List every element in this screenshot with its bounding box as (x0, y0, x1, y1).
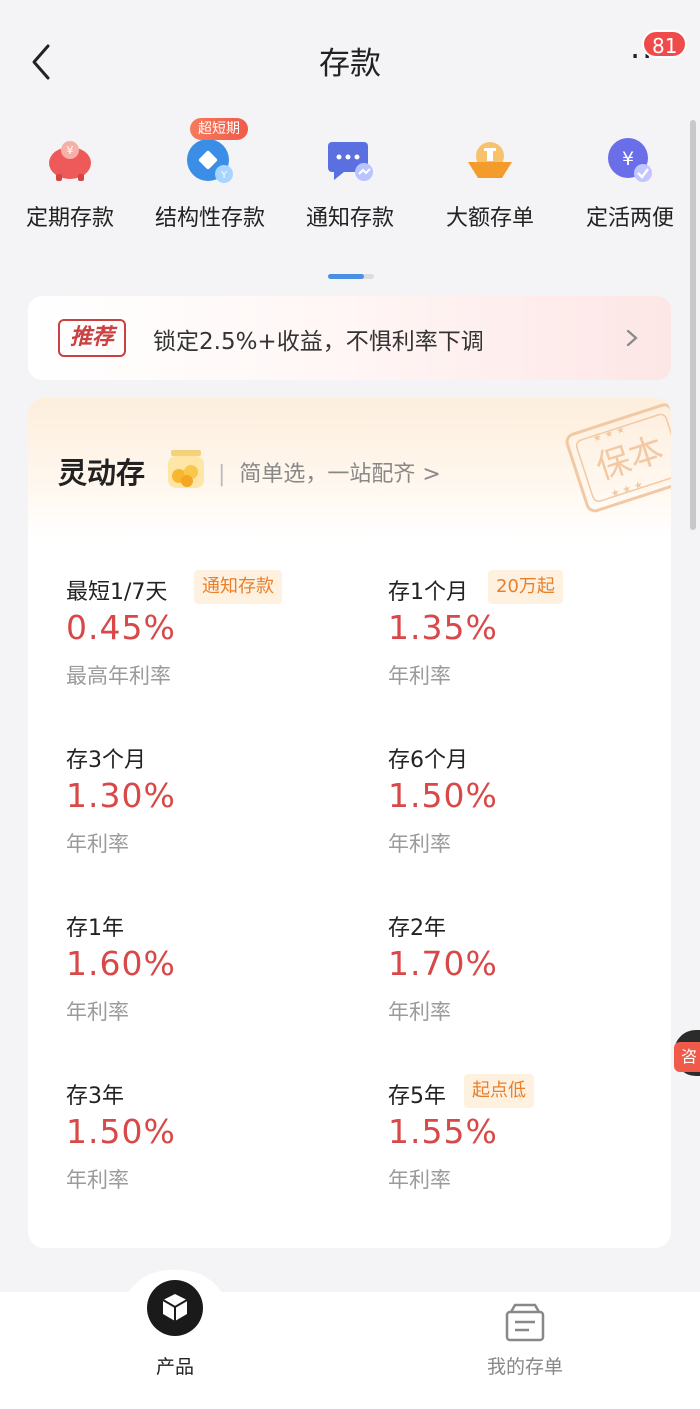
structured-deposit-icon: Y (187, 139, 233, 183)
rate-value: 1.30% (66, 776, 176, 815)
rate-note: 年利率 (66, 832, 129, 856)
rate-note: 年利率 (388, 1000, 451, 1024)
recommend-banner[interactable]: 推荐 锁定2.5%+收益，不惧利率下调 (28, 296, 671, 380)
svg-text:¥: ¥ (622, 148, 634, 170)
notification-badge: 81 (642, 30, 688, 58)
tab-products[interactable]: 产品 (95, 1280, 255, 1402)
header: 存款 ··· 81 (0, 0, 700, 120)
term-tag: 起点低 (464, 1074, 534, 1108)
short-term-tag: 超短期 (190, 118, 248, 140)
term-tag: 通知存款 (194, 570, 282, 604)
more-button[interactable]: ··· 81 (620, 30, 688, 82)
svg-text:Y: Y (220, 170, 228, 181)
quick-entry-label: 大额存单 (445, 206, 534, 231)
product-card-subtitle-text: 简单选，一站配齐 > (239, 462, 441, 487)
rate-item[interactable]: 存5年 起点低 1.55% 年利率 (388, 1074, 671, 1228)
quick-entry-fixed-deposit[interactable]: ¥ 定期存款 (0, 120, 140, 240)
rate-item[interactable]: 最短1/7天 通知存款 0.45% 最高年利率 (66, 570, 366, 724)
rate-value: 1.35% (388, 608, 498, 647)
term-label: 存6个月 (388, 748, 468, 773)
rate-item[interactable]: 存2年 1.70% 年利率 (388, 910, 671, 1060)
rate-value: 1.55% (388, 1112, 498, 1151)
term-label: 最短1/7天 (66, 580, 168, 605)
rate-value: 1.70% (388, 944, 498, 983)
quick-entry-notice-deposit[interactable]: 通知存款 (280, 120, 420, 240)
tab-my-deposits-label: 我的存单 (486, 1356, 563, 1378)
rate-item[interactable]: 存3年 1.50% 年利率 (66, 1078, 366, 1228)
rate-note: 年利率 (66, 1000, 129, 1024)
page-indicator (328, 274, 374, 279)
term-label: 存1个月 (388, 580, 468, 605)
term-label: 存3年 (66, 1084, 124, 1109)
chat-notice-icon (328, 142, 373, 181)
bottom-tab-bar: 产品 我的存单 (0, 1280, 700, 1409)
rate-value: 1.50% (66, 1112, 176, 1151)
rate-item[interactable]: 存1年 1.60% 年利率 (66, 910, 366, 1060)
rate-item[interactable]: 存1个月 20万起 1.35% 年利率 (388, 570, 671, 724)
page-title: 存款 (319, 46, 381, 82)
rate-value: 1.60% (66, 944, 176, 983)
tab-products-label: 产品 (155, 1356, 194, 1378)
term-label: 存5年 (388, 1084, 446, 1109)
rate-item[interactable]: 存3个月 1.30% 年利率 (66, 742, 366, 892)
term-tag: 20万起 (488, 570, 563, 604)
yuan-coin-icon: ¥ (608, 138, 652, 182)
quick-entry-label: 结构性存款 (154, 206, 265, 231)
piggy-bank-icon: ¥ (49, 141, 91, 181)
rate-note: 年利率 (388, 832, 451, 856)
large-certificate-icon (468, 142, 512, 178)
product-card-header[interactable]: 灵动存 | 简单选，一站配齐 > ★ ★ ★ ★ ★ ★ 保本 (28, 398, 671, 538)
rate-note: 年利率 (388, 664, 451, 688)
quick-entry-label: 定活两便 (585, 206, 674, 231)
rate-note: 年利率 (66, 1168, 129, 1192)
product-card-title: 灵动存 (58, 456, 146, 490)
quick-entry-label: 通知存款 (305, 206, 394, 231)
term-label: 存3个月 (66, 748, 146, 773)
recommend-tag: 推荐 (58, 319, 127, 357)
coin-jar-icon (168, 450, 204, 488)
rate-value: 0.45% (66, 608, 176, 647)
quick-entry-flexible-deposit[interactable]: ¥ 定活两便 (560, 120, 700, 240)
product-card: 灵动存 | 简单选，一站配齐 > ★ ★ ★ ★ ★ ★ 保本 最短1/7天 通知… (28, 398, 671, 1248)
cube-icon (147, 1280, 203, 1336)
recommend-text: 锁定2.5%+收益，不惧利率下调 (153, 329, 484, 355)
quick-entry-row: ¥ 定期存款 Y 结构性存款 通知存款 大额存单 ¥ 定活两便 (0, 120, 700, 250)
product-card-subtitle: | 简单选，一站配齐 > (218, 456, 441, 488)
term-label: 存1年 (66, 916, 124, 941)
deposit-box-icon (505, 1303, 545, 1342)
svg-text:¥: ¥ (67, 144, 74, 157)
rate-item[interactable]: 存6个月 1.50% 年利率 (388, 742, 671, 892)
tab-my-deposits[interactable]: 我的存单 (445, 1292, 605, 1402)
quick-entry-large-certificate[interactable]: 大额存单 (420, 120, 560, 240)
quick-entry-label: 定期存款 (25, 206, 114, 231)
divider: | (218, 462, 226, 487)
guarantee-stamp-icon: ★ ★ ★ ★ ★ ★ 保本 (565, 403, 671, 513)
term-label: 存2年 (388, 916, 446, 941)
consult-float-button[interactable]: 咨 (674, 1030, 700, 1076)
rate-note: 年利率 (388, 1168, 451, 1192)
chevron-right-icon (626, 329, 638, 347)
rate-note: 最高年利率 (66, 664, 171, 688)
rate-value: 1.50% (388, 776, 498, 815)
consult-label: 咨 (674, 1042, 700, 1072)
